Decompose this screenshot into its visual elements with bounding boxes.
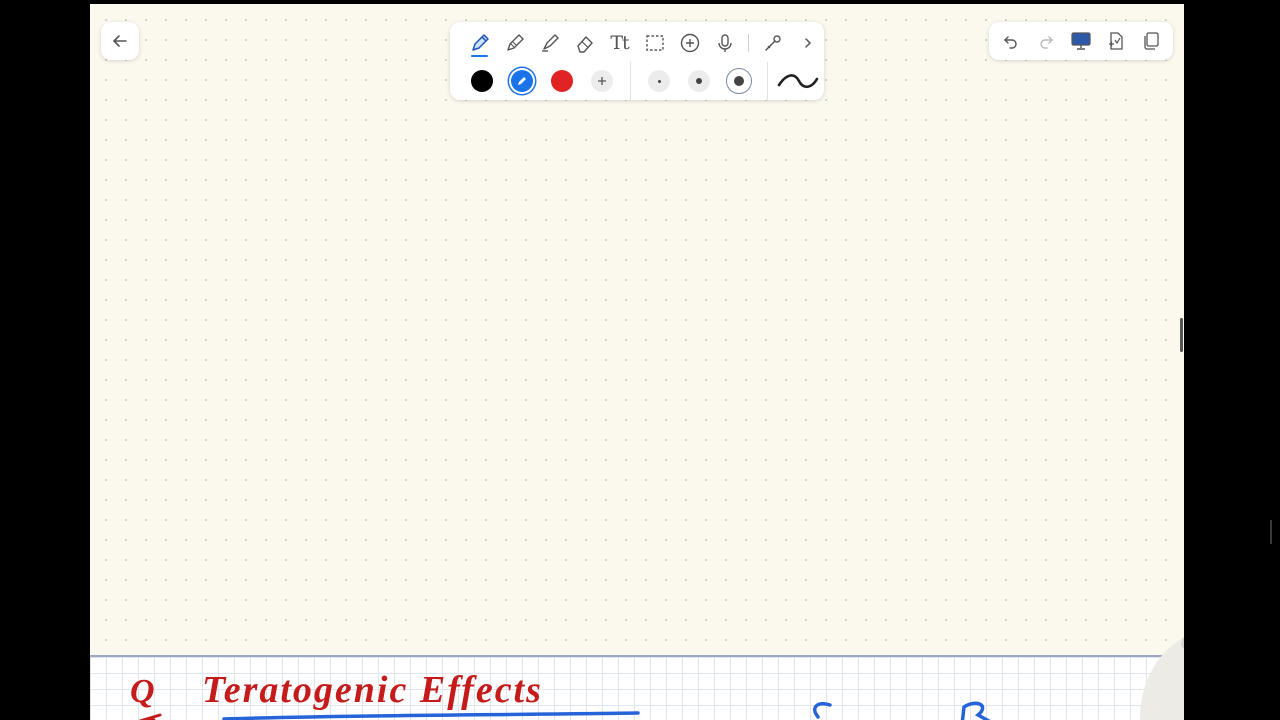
swatch-dot [551, 70, 573, 92]
pencil-icon [506, 34, 524, 51]
size-dot [734, 76, 744, 86]
redo-button[interactable] [1031, 26, 1061, 56]
add-icon [680, 33, 699, 53]
vertical-scrollbar-thumb[interactable] [1180, 318, 1183, 352]
undo-button[interactable] [996, 26, 1026, 56]
stroke-size-large[interactable] [719, 66, 759, 96]
redo-icon [1040, 36, 1053, 49]
note-canvas[interactable]: Tt Q Teratogenic Effects [90, 4, 1184, 720]
microphone-icon [717, 34, 732, 52]
undo-icon [1003, 36, 1017, 49]
color-row [462, 62, 820, 100]
size-dot [696, 78, 702, 84]
present-icon [1071, 32, 1091, 50]
microphone-tool[interactable] [707, 28, 742, 58]
chevron-right-icon [804, 38, 811, 48]
more-tools-button[interactable] [790, 28, 825, 58]
back-button[interactable] [101, 22, 139, 60]
laser-tool[interactable] [755, 28, 790, 58]
highlighter-tool[interactable] [532, 28, 567, 58]
handwritten-question-mark: Q [130, 673, 155, 710]
present-button[interactable] [1066, 26, 1096, 56]
stroke-style-button[interactable] [776, 66, 820, 96]
edge-marker [1270, 520, 1272, 544]
size-bg [726, 68, 752, 94]
text-icon: Tt [610, 32, 629, 54]
add-tool[interactable] [672, 28, 707, 58]
eraser-icon [576, 36, 593, 53]
add-color-bg [591, 70, 613, 92]
stroke-size-medium[interactable] [679, 66, 719, 96]
presenter-webcam [1140, 637, 1184, 720]
text-tool[interactable]: Tt [602, 28, 637, 58]
handwritten-title: Q Teratogenic Effects [130, 669, 991, 720]
stroke-wave-icon [777, 74, 819, 89]
swatch-dot [471, 70, 493, 92]
toolbar-divider [748, 34, 749, 52]
eraser-tool[interactable] [567, 28, 602, 58]
toolbar-divider [767, 62, 768, 100]
page-add-button[interactable] [1101, 26, 1131, 56]
drawing-toolbar: Tt [450, 22, 824, 100]
arrow-left-icon [113, 35, 127, 47]
handwritten-heading: Teratogenic Effects [202, 669, 543, 711]
color-swatch-black[interactable] [462, 66, 502, 96]
plus-icon [598, 77, 606, 85]
pages-icon [1144, 32, 1159, 50]
pen-icon [471, 34, 489, 51]
highlighter-icon [541, 34, 559, 52]
pages-button[interactable] [1136, 26, 1166, 56]
toolbar-divider [630, 62, 631, 100]
lasso-tool[interactable] [637, 28, 672, 58]
size-bg [648, 70, 670, 92]
size-bg [688, 70, 710, 92]
lasso-select-icon [645, 35, 664, 51]
color-swatch-red[interactable] [542, 66, 582, 96]
color-swatch-blue[interactable] [502, 66, 542, 96]
pen-tool[interactable] [462, 28, 497, 58]
laser-pointer-icon [764, 35, 781, 51]
page-add-icon [1109, 32, 1123, 50]
pencil-tool[interactable] [497, 28, 532, 58]
pen-edit-icon [518, 77, 526, 85]
header-right-tools [989, 22, 1173, 60]
size-dot [657, 79, 661, 83]
swatch-dot [511, 70, 533, 92]
add-color-button[interactable] [582, 66, 622, 96]
tool-row: Tt [462, 28, 825, 58]
stroke-size-small[interactable] [639, 66, 679, 96]
